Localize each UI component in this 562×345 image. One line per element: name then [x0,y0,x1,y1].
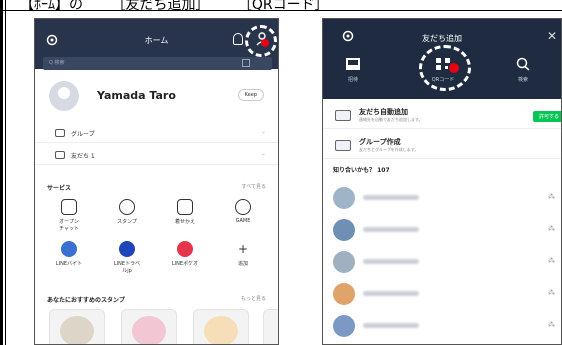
create-group-row[interactable]: グループ作成 友だちとグループを作成します。 [323,133,561,159]
chevron-down-icon: ⌄ [260,150,266,157]
auto-add-desc: 連絡先を自動で友だち追加します。 [359,117,423,122]
avatar[interactable] [49,81,79,111]
tab-label: 招待 [347,77,358,83]
caption-home: 【ﾎｰﾑ】の [20,0,83,13]
service-label: オープン チャット [59,219,79,232]
service-game[interactable]: GAME [217,199,269,224]
groups-row[interactable]: グループ ⌄ [35,123,278,143]
highlight-dot [261,39,269,47]
close-icon[interactable]: ✕ [547,29,557,43]
add-person-icon[interactable]: ⁂ [548,193,555,201]
add-person-icon[interactable]: ⁂ [548,289,555,297]
plus-icon: + [237,242,249,256]
service-linepokeo[interactable]: LINEポケオ [159,241,211,267]
add-person-icon[interactable]: ⁂ [548,321,555,329]
service-linebaito[interactable]: LINEバイト [43,241,95,267]
tab-search[interactable]: 検索 [493,57,553,83]
service-label: LINEトラベ ルjp [113,261,141,274]
qr-scan-icon[interactable] [242,59,250,67]
create-group-title: グループ作成 [359,138,401,146]
profile-name: Yamada Taro [97,89,176,102]
add-friends-header: 友だち追加 ✕ 招待 QRコード 検索 [323,19,561,99]
line-pokeo-icon [177,241,193,257]
caption-add-friends: ［友だち追加］ [111,0,210,13]
stamp-thumbnail[interactable] [49,309,105,344]
services-heading: サービス [47,185,72,192]
stamp-thumbnail[interactable] [263,309,278,344]
invite-icon [346,58,360,70]
person-icon [55,151,65,159]
add-friends-title: 友だち追加 [422,34,462,43]
services-more-link[interactable]: すべて見る [242,183,266,190]
list-item[interactable]: ⁂ [323,215,561,245]
frame-border [0,0,3,345]
list-item[interactable]: ⁂ [323,247,561,277]
group-add-icon [335,140,351,151]
instruction-caption: 【ﾎｰﾑ】の ［友だち追加］ ［QRコード］ [20,0,353,14]
highlight-circle [419,45,471,91]
stamp-thumbnail[interactable] [121,309,177,344]
friends-row[interactable]: 友だち 1 ⌄ [35,145,278,165]
auto-add-row[interactable]: 友だち自動追加 連絡先を自動で友だち追加します。 許可する [323,103,561,129]
friends-label: 友だち 1 [71,153,95,160]
service-stamp[interactable]: スタンプ [101,199,153,225]
list-item[interactable]: ⁂ [323,279,561,309]
suggestions-heading: 知り合いかも？ 107 [333,167,390,174]
smiley-icon [119,199,135,215]
add-person-icon[interactable]: ⁂ [548,225,555,233]
caption-qr: ［QRコード］ [237,0,329,13]
line-travel-icon [119,241,135,257]
auto-add-icon [335,110,351,121]
search-placeholder: Q 検索 [49,60,65,66]
line-baito-icon [61,241,77,257]
list-item[interactable]: ⁂ [323,311,561,341]
frame-border-inner [5,0,6,345]
service-theme[interactable]: 着せかえ [159,199,211,225]
list-item[interactable]: ⁂ [323,183,561,213]
auto-add-title: 友だち自動追加 [359,108,408,116]
add-friends-screen: 友だち追加 ✕ 招待 QRコード 検索 友だち自動追加 連絡先を自動で友だち追加… [322,18,562,345]
stamp-thumbnail[interactable] [193,309,249,344]
service-openchat[interactable]: オープン チャット [43,199,95,232]
add-person-icon[interactable]: ⁂ [548,257,555,265]
chevron-down-icon: ⌄ [260,128,266,135]
group-icon [55,129,65,137]
groups-label: グループ [71,131,95,138]
chat-bubble-icon [61,199,77,215]
service-label: スタンプ [117,219,137,225]
service-label: GAME [235,218,251,224]
service-label: 追加 [237,261,248,267]
highlight-dot [449,63,459,73]
service-label: 着せかえ [174,219,195,225]
game-icon [235,199,251,215]
stamps-more-link[interactable]: もっと見る [241,295,266,302]
create-group-desc: 友だちとグループを作成します。 [359,147,419,152]
search-input[interactable]: Q 検索 [43,57,272,70]
stamps-heading: あなたにおすすめのスタンプ [47,297,125,304]
keep-button[interactable]: Keep [237,89,264,101]
service-add[interactable]: + 追加 [217,241,269,267]
allow-button[interactable]: 許可する [532,111,561,122]
tab-label: 検索 [517,77,528,83]
search-icon [516,57,530,71]
bell-icon[interactable] [233,33,243,45]
theme-icon [177,199,193,215]
service-linetravel[interactable]: LINEトラベ ルjp [101,241,153,274]
service-label: LINEポケオ [171,261,199,267]
tab-invite[interactable]: 招待 [323,57,383,83]
service-label: LINEバイト [55,261,83,267]
profile-row[interactable]: Yamada Taro Keep [35,77,278,111]
home-screen: ホーム Q 検索 Yamada Taro Keep グループ ⌄ 友だち 1 ⌄… [34,18,279,345]
